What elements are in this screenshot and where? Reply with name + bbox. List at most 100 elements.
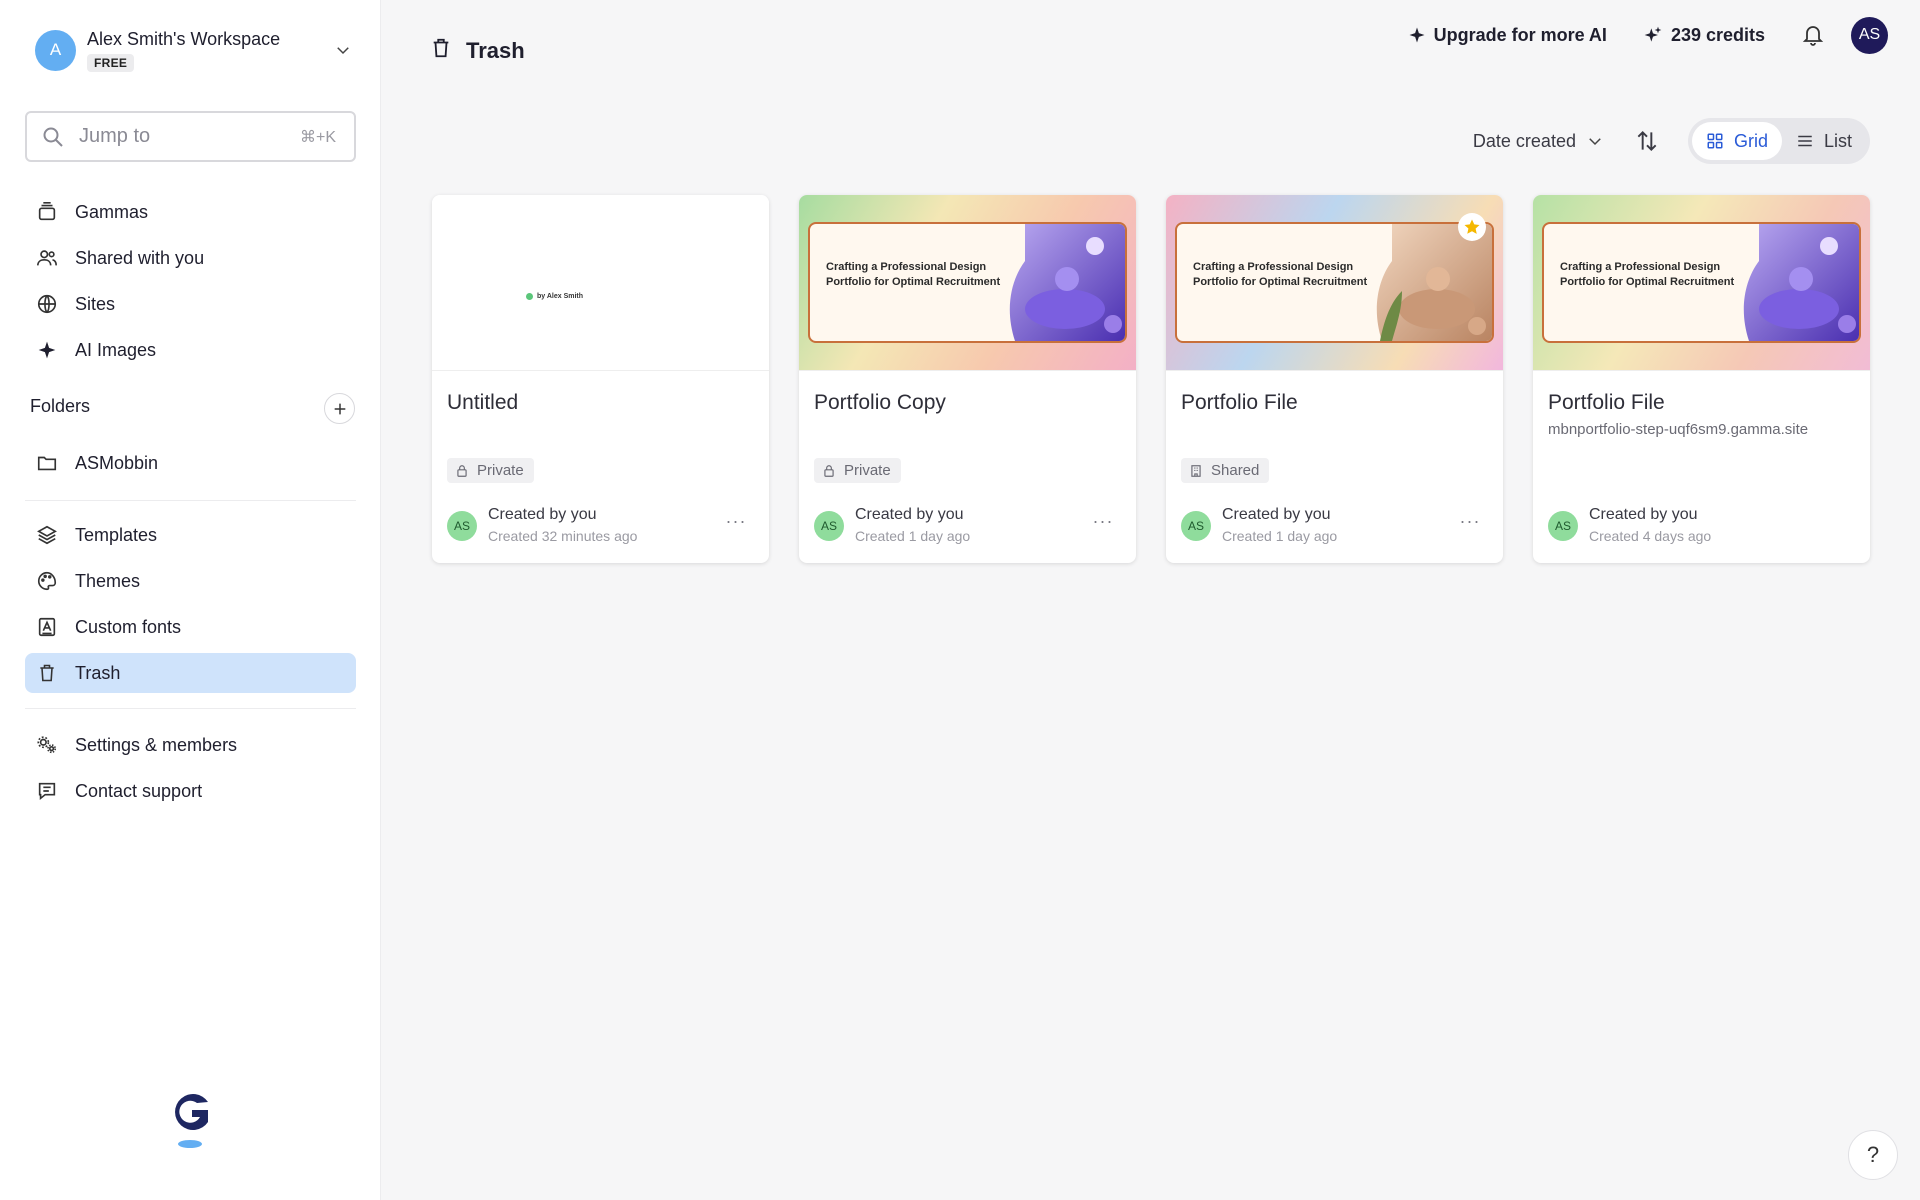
creator-avatar: AS — [814, 511, 844, 541]
grid-icon — [1706, 132, 1724, 150]
chevron-down-icon[interactable] — [331, 38, 355, 62]
palette-icon — [35, 569, 59, 593]
visibility-badge: Private — [814, 458, 901, 483]
help-button[interactable]: ? — [1848, 1130, 1898, 1180]
sort-dropdown[interactable]: Date created — [1473, 131, 1604, 152]
bell-icon[interactable] — [1801, 23, 1825, 47]
card-thumbnail: Crafting a Professional Design Portfolio… — [799, 195, 1136, 371]
card-title: Portfolio File — [1548, 391, 1665, 414]
card-site-url[interactable]: mbnportfolio-step-uqf6sm9.gamma.site — [1548, 421, 1808, 438]
sidebar-item-ai-images[interactable]: AI Images — [25, 330, 356, 370]
list-view-button[interactable]: List — [1782, 122, 1866, 160]
search-input[interactable] — [79, 125, 279, 148]
list-icon — [1796, 132, 1814, 150]
users-icon — [35, 246, 59, 270]
sidebar-item-settings[interactable]: Settings & members — [25, 725, 356, 765]
divider — [25, 708, 356, 709]
page-title-text: Trash — [466, 37, 525, 63]
blank-slide-byline: by Alex Smith — [526, 293, 583, 300]
sidebar-item-gammas[interactable]: Gammas — [25, 192, 356, 232]
top-bar-actions: Upgrade for more AI 239 credits AS — [1408, 16, 1888, 54]
building-icon — [1189, 464, 1203, 478]
sidebar-item-sites[interactable]: Sites — [25, 284, 356, 324]
card-creator: Created by you — [1222, 506, 1331, 523]
workspace-avatar: A — [35, 29, 76, 71]
card-title: Untitled — [447, 391, 519, 414]
more-options-icon[interactable]: ··· — [1090, 511, 1116, 531]
more-options-icon[interactable]: ··· — [1457, 511, 1483, 531]
slide-preview: Crafting a Professional Design Portfolio… — [808, 222, 1127, 343]
card-thumbnail: Crafting a Professional Design Portfolio… — [1533, 195, 1870, 371]
card-thumbnail: Crafting a Professional Design Portfolio… — [1166, 195, 1503, 371]
lock-icon — [822, 464, 836, 478]
gamma-card[interactable]: by Alex Smith Untitled Private AS Create… — [432, 195, 769, 563]
sidebar-item-trash[interactable]: Trash — [25, 653, 356, 693]
sidebar-item-folder-asmobbin[interactable]: ASMobbin — [25, 443, 356, 483]
upgrade-button[interactable]: Upgrade for more AI — [1408, 25, 1607, 46]
sidebar-item-label: Templates — [75, 524, 158, 545]
more-options-icon[interactable]: ··· — [723, 511, 749, 531]
sidebar: A Alex Smith's Workspace FREE ⌘+K Gammas… — [0, 0, 381, 1200]
visibility-badge: Shared — [1181, 458, 1270, 483]
sidebar-item-label: Gammas — [75, 201, 149, 222]
slide-illustration — [1009, 224, 1125, 341]
sidebar-item-label: Custom fonts — [75, 616, 182, 637]
sidebar-item-label: AI Images — [75, 339, 157, 360]
card-creator: Created by you — [855, 506, 964, 523]
slide-preview: Crafting a Professional Design Portfolio… — [1175, 222, 1494, 343]
user-avatar[interactable]: AS — [1851, 16, 1888, 54]
sparkle-icon — [35, 338, 59, 362]
card-created-time: Created 32 minutes ago — [488, 528, 638, 544]
trash-icon — [35, 661, 59, 685]
sidebar-item-support[interactable]: Contact support — [25, 771, 356, 811]
slide-heading: Crafting a Professional Design Portfolio… — [1560, 261, 1735, 288]
slide-preview: Crafting a Professional Design Portfolio… — [1542, 222, 1861, 343]
slide-heading: Crafting a Professional Design Portfolio… — [1193, 261, 1368, 288]
slide-heading: Crafting a Professional Design Portfolio… — [826, 261, 1001, 288]
card-title: Portfolio File — [1181, 391, 1298, 414]
sort-direction-icon[interactable] — [1634, 128, 1660, 154]
creator-avatar: AS — [447, 511, 477, 541]
font-icon — [35, 615, 59, 639]
credits-button[interactable]: 239 credits — [1643, 25, 1765, 46]
upgrade-label: Upgrade for more AI — [1433, 24, 1607, 45]
sidebar-item-label: Contact support — [75, 780, 203, 801]
sidebar-item-label: ASMobbin — [75, 452, 159, 473]
trash-icon — [430, 36, 452, 65]
sidebar-item-label: Trash — [75, 662, 121, 683]
grid-view-button[interactable]: Grid — [1691, 122, 1782, 160]
sidebar-item-themes[interactable]: Themes — [25, 561, 356, 601]
creator-avatar: AS — [1548, 511, 1578, 541]
sidebar-item-templates[interactable]: Templates — [25, 515, 356, 555]
gamma-card[interactable]: Crafting a Professional Design Portfolio… — [799, 195, 1136, 563]
sidebar-item-shared[interactable]: Shared with you — [25, 238, 356, 278]
folder-icon — [35, 451, 59, 475]
sidebar-item-label: Shared with you — [75, 247, 205, 268]
gamma-card[interactable]: Crafting a Professional Design Portfolio… — [1166, 195, 1503, 563]
star-icon[interactable] — [1458, 213, 1486, 241]
layers-icon — [35, 523, 59, 547]
slide-illustration — [1743, 224, 1859, 341]
stack-icon — [35, 200, 59, 224]
folders-heading: Folders — [30, 396, 91, 416]
card-created-time: Created 4 days ago — [1589, 528, 1712, 544]
add-folder-button[interactable] — [324, 393, 355, 424]
gamma-card[interactable]: Crafting a Professional Design Portfolio… — [1533, 195, 1870, 563]
search-icon — [41, 125, 65, 149]
gears-icon — [35, 733, 59, 757]
plan-badge: FREE — [87, 53, 135, 72]
plus-icon — [334, 403, 345, 414]
list-label: List — [1823, 130, 1852, 151]
card-creator: Created by you — [488, 506, 597, 523]
card-created-time: Created 1 day ago — [1222, 528, 1338, 544]
sidebar-item-custom-fonts[interactable]: Custom fonts — [25, 607, 356, 647]
sparkles-icon — [1643, 25, 1663, 45]
workspace-name: Alex Smith's Workspace — [87, 28, 281, 49]
sparkle-icon — [1408, 26, 1426, 44]
visibility-badge: Private — [447, 458, 534, 483]
jump-to-search[interactable]: ⌘+K — [25, 111, 356, 162]
card-title: Portfolio Copy — [814, 391, 946, 414]
credits-label: 239 credits — [1670, 24, 1765, 45]
view-toolbar: Date created Grid List — [1473, 118, 1870, 164]
workspace-switcher[interactable]: A Alex Smith's Workspace FREE — [25, 22, 355, 78]
